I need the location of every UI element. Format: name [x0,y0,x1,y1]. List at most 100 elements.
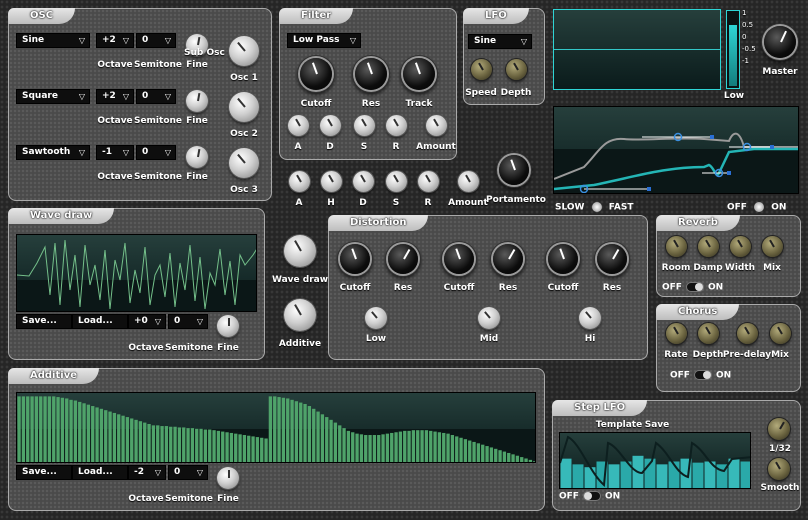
filter-env-r-knob[interactable] [386,115,407,136]
additive-harmonic-bar[interactable] [381,434,385,463]
additive-harmonic-bar[interactable] [372,435,377,463]
dist1-cutoff-knob[interactable] [340,244,370,274]
additive-harmonic-bar[interactable] [30,396,34,463]
additive-harmonic-bar[interactable] [277,397,281,463]
env-amount-knob[interactable] [458,171,479,192]
additive-harmonic-bar[interactable] [351,432,355,463]
additive-harmonic-bar[interactable] [325,417,329,463]
additive-harmonic-bar[interactable] [186,428,190,463]
additive-harmonic-bar[interactable] [533,461,536,463]
osc3-wave-dropdown[interactable]: Sawtooth ▽ [16,145,90,160]
additive-harmonic-bar[interactable] [91,406,95,463]
additive-harmonic-bar[interactable] [260,437,264,463]
additive-harmonic-bar[interactable] [489,447,494,463]
additive-harmonic-bar[interactable] [420,430,424,463]
additive-harmonic-bar[interactable] [47,396,52,463]
env-h-knob[interactable] [321,171,342,192]
additive-fine-knob[interactable] [217,467,239,489]
filter-res-knob[interactable] [355,58,387,90]
additive-harmonic-bar[interactable] [52,396,56,463]
additive-save-button[interactable]: Save... [16,465,72,480]
additive-harmonic-bar[interactable] [138,421,143,463]
additive-harmonic-bar[interactable] [273,396,277,463]
filter-track-knob[interactable] [403,58,435,90]
osc1-wave-dropdown[interactable]: Sine ▽ [16,33,90,48]
additive-harmonic-bar[interactable] [342,428,346,463]
osc3-octave-dropdown[interactable]: -1 ▽ [96,145,134,160]
steplfo-smooth-knob[interactable] [768,458,790,480]
additive-harmonic-bar[interactable] [112,412,117,463]
additive-harmonic-bar[interactable] [450,435,455,463]
additive-harmonic-bar[interactable] [394,432,398,463]
additive-harmonic-bar[interactable] [411,430,416,463]
additive-harmonic-bar[interactable] [515,455,520,463]
additive-harmonic-bar[interactable] [424,430,429,463]
additive-harmonic-bar[interactable] [195,428,199,463]
additive-harmonic-bar[interactable] [125,417,130,463]
additive-harmonic-bar[interactable] [494,448,498,463]
additive-harmonic-bar[interactable] [433,431,437,463]
additive-harmonic-bar[interactable] [251,436,255,463]
additive-harmonic-bar[interactable] [377,435,381,463]
lfo-depth-knob[interactable] [506,59,527,80]
steplfo-step[interactable] [608,464,620,489]
additive-harmonic-bar[interactable] [86,404,91,463]
additive-harmonic-bar[interactable] [355,433,359,463]
additive-harmonic-bar[interactable] [160,426,164,463]
osc2-semitone-dropdown[interactable]: 0 ▽ [136,89,176,104]
additive-harmonic-bar[interactable] [320,414,325,463]
osc3-level-knob[interactable] [229,148,259,178]
additive-harmonic-bar[interactable] [221,431,225,463]
envelope-handle-end-1[interactable] [710,135,714,139]
glide-switch[interactable] [591,202,602,212]
osc2-level-knob[interactable] [229,92,259,122]
additive-harmonic-bar[interactable] [247,435,251,463]
reverb-width-knob[interactable] [730,236,751,257]
additive-mix-knob[interactable] [284,299,316,331]
additive-harmonic-bar[interactable] [177,427,182,463]
steplfo-step[interactable] [572,464,584,489]
env-a-knob[interactable] [289,171,310,192]
additive-harmonic-bar[interactable] [199,428,203,463]
additive-harmonic-bar[interactable] [169,426,173,463]
reverb-damp-knob[interactable] [698,236,719,257]
additive-harmonic-bar[interactable] [507,452,511,463]
osc1-octave-dropdown[interactable]: +2 ▽ [96,33,134,48]
additive-harmonic-bar[interactable] [437,432,442,463]
reverb-mix-knob[interactable] [762,236,783,257]
additive-harmonic-bar[interactable] [268,396,273,463]
reverb-switch[interactable] [685,282,704,292]
dist2-band-knob[interactable] [478,307,500,329]
additive-harmonic-bar[interactable] [147,423,151,463]
additive-harmonic-bar[interactable] [164,426,169,463]
reverb-room-knob[interactable] [666,236,687,257]
steplfo-step[interactable] [740,461,752,490]
additive-harmonic-bar[interactable] [455,436,459,463]
additive-harmonic-bar[interactable] [502,451,507,463]
additive-harmonic-bar[interactable] [290,399,294,463]
chorus-depth-knob[interactable] [698,323,719,344]
additive-harmonic-bar[interactable] [134,419,138,463]
additive-harmonic-bar[interactable] [498,450,502,463]
osc2-wave-dropdown[interactable]: Square ▽ [16,89,90,104]
additive-harmonic-bar[interactable] [82,403,86,463]
additive-harmonic-bar[interactable] [234,433,238,463]
additive-harmonic-bar[interactable] [364,435,368,463]
steplfo-step[interactable] [692,462,704,489]
lfo-wave-dropdown[interactable]: Sine ▽ [468,34,532,49]
wavedraw-mix-knob[interactable] [284,235,316,267]
wavedraw-save-button[interactable]: Save... [16,314,72,329]
osc3-semitone-dropdown[interactable]: 0 ▽ [136,145,176,160]
additive-harmonic-bar[interactable] [182,427,186,463]
additive-harmonic-bar[interactable] [368,435,372,463]
master-knob[interactable] [764,26,796,58]
chorus-mix-knob[interactable] [770,323,791,344]
additive-harmonic-bar[interactable] [407,430,411,463]
additive-harmonic-bar[interactable] [476,443,481,463]
additive-harmonic-bar[interactable] [472,441,476,463]
steplfo-toggle[interactable]: OFF ON [559,491,620,502]
additive-harmonic-bar[interactable] [346,430,351,463]
filter-env-d-knob[interactable] [320,115,341,136]
envelope-handle-end-2[interactable] [647,187,651,191]
additive-harmonic-bar[interactable] [524,458,528,463]
